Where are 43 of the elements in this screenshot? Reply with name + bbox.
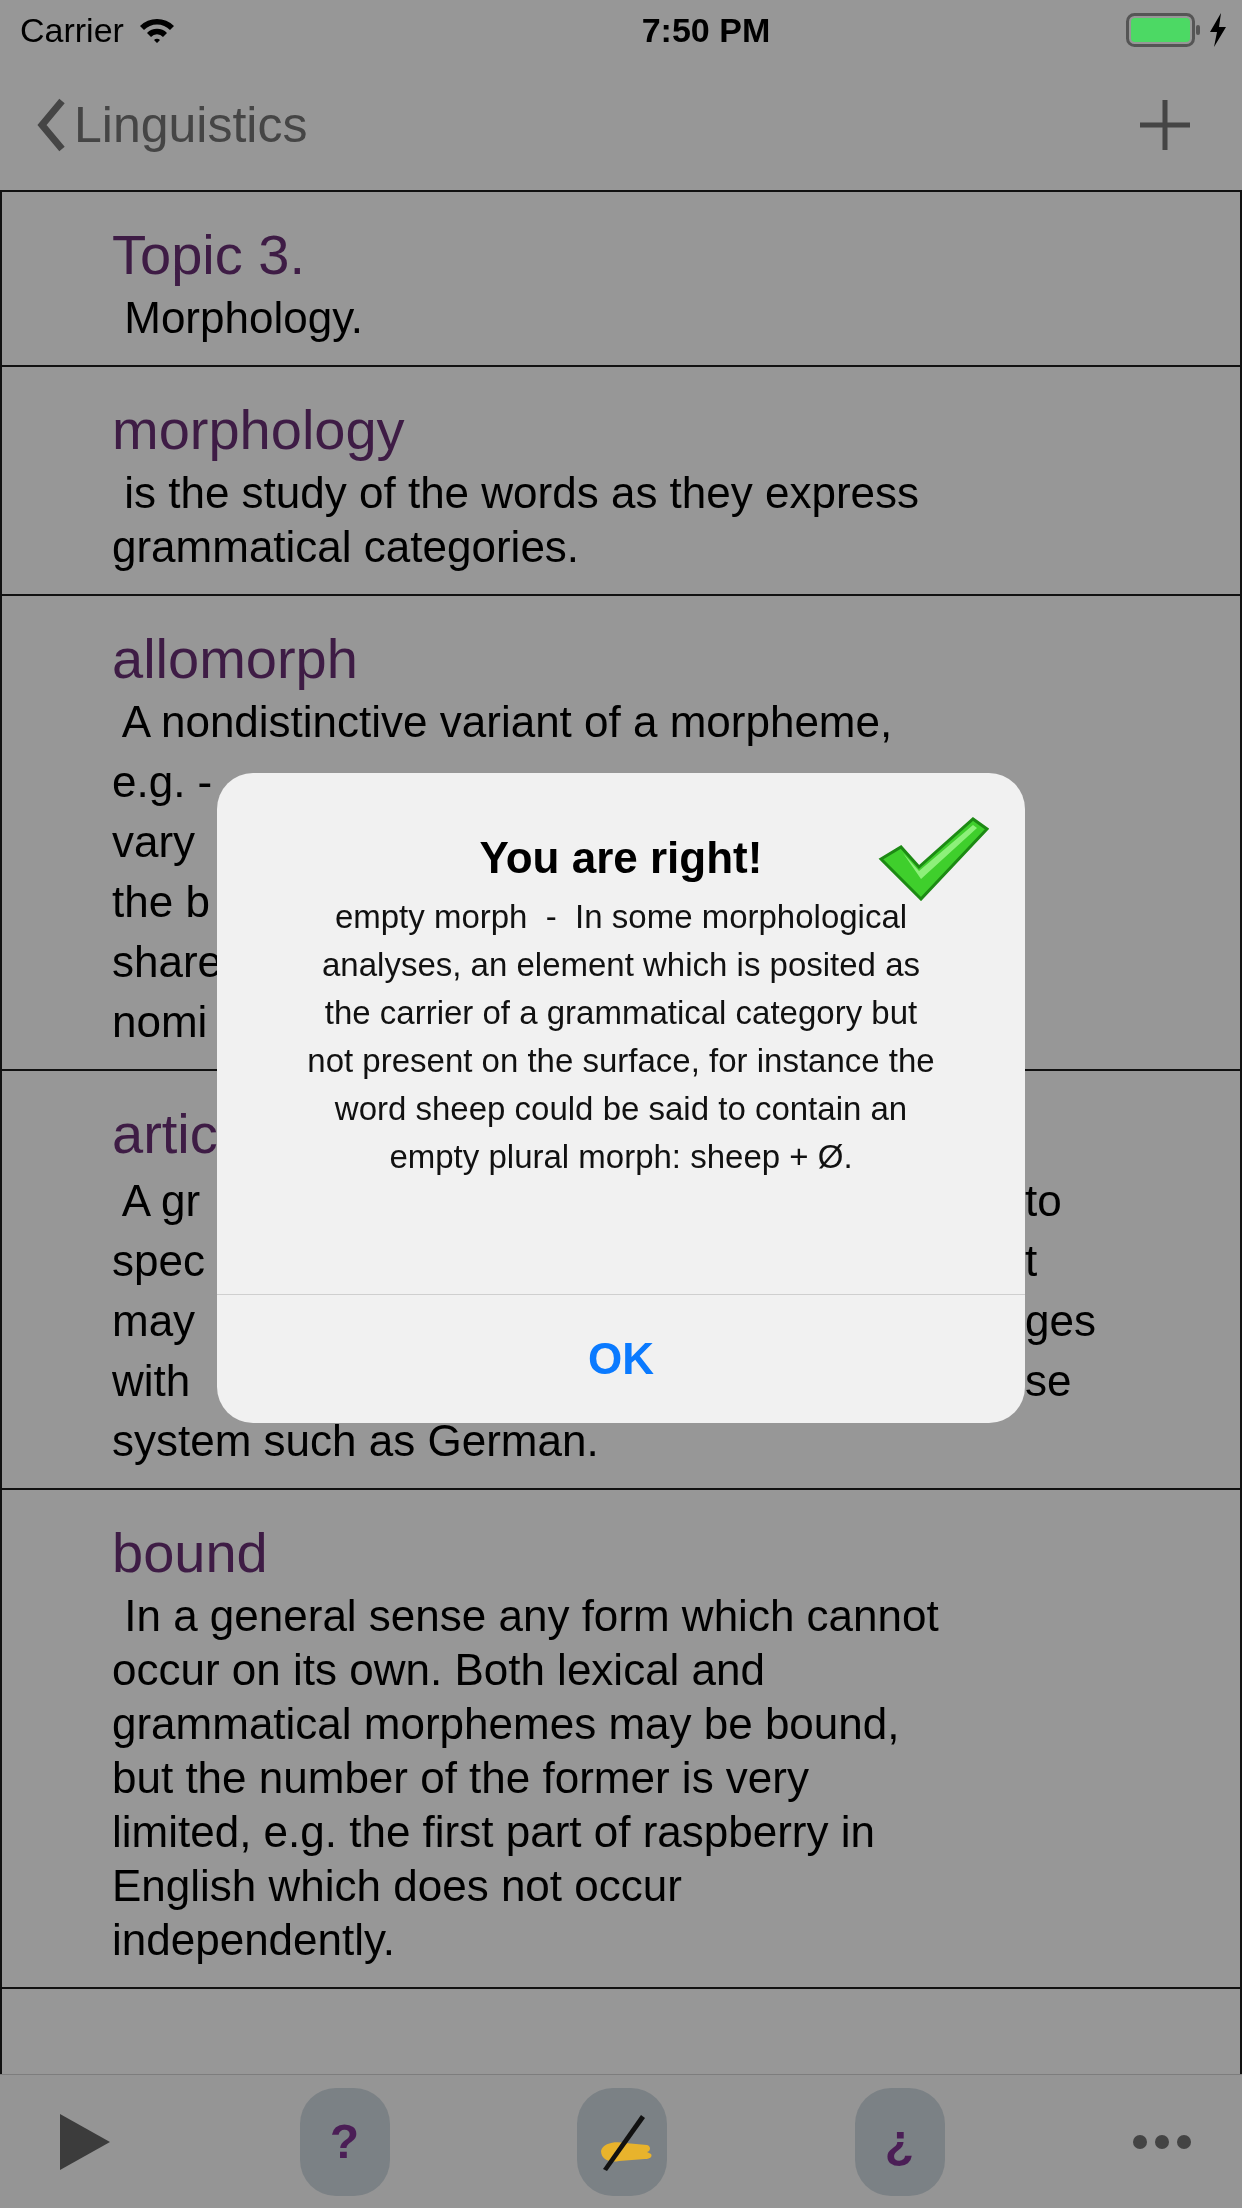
- entry-title: allomorph: [112, 626, 358, 692]
- entry-text: English which does not occur: [112, 1862, 682, 1910]
- entry-text: A nondistinctive variant of a morpheme,: [120, 698, 893, 746]
- entry-text: spec: [112, 1236, 205, 1285]
- alert-message: empty morph - In some morphological analyses, an element which is posited as the carrier of a grammatical category but not present on the surface, for instance the word sheep could be said to contain an empty plural morph: sheep + Ø.: [306, 897, 936, 1177]
- entry-text: grammatical categories.: [112, 523, 580, 571]
- entry-text: A gr: [120, 1176, 201, 1225]
- entry-text: e.g. -: [112, 757, 213, 806]
- alert-title: You are right!: [479, 833, 763, 883]
- writing-hand-button[interactable]: [577, 2087, 667, 2196]
- entry-text: limited, e.g. the first part of raspberry in: [112, 1808, 875, 1856]
- entry-text: is the study of the words as they express: [123, 469, 920, 517]
- entry-text: may: [112, 1296, 196, 1345]
- entry-text: but the number of the former is very: [112, 1754, 809, 1802]
- play-icon[interactable]: [58, 2111, 112, 2172]
- entry-text: ges: [1025, 1296, 1096, 1345]
- checkmark-icon: [877, 815, 989, 901]
- carrier-label: Carrier: [20, 10, 124, 50]
- entry-text: with: [112, 1356, 191, 1405]
- entry-title: artic: [112, 1101, 218, 1167]
- entry-text: the b: [112, 877, 210, 926]
- entry-text: vary: [112, 817, 196, 866]
- entry-text: grammatical morphemes may be bound,: [112, 1700, 900, 1748]
- entry-text: share: [112, 937, 223, 986]
- entry-text: nomi: [112, 997, 208, 1046]
- more-icon[interactable]: [1132, 2133, 1192, 2150]
- entry-text: occur on its own. Both lexical and: [112, 1646, 766, 1694]
- chevron-left-icon: [36, 97, 66, 153]
- clock-time: 7:50 PM: [641, 10, 771, 50]
- entry-text: independently.: [112, 1916, 395, 1964]
- entry-title: morphology: [112, 397, 405, 463]
- entry-title: Topic 3.: [112, 222, 305, 288]
- entry-title: bound: [112, 1520, 268, 1586]
- entry-text: to: [1025, 1176, 1062, 1225]
- entry-text: In a general sense any form which cannot: [123, 1592, 939, 1640]
- add-icon[interactable]: [1138, 98, 1192, 152]
- entry-text: se: [1025, 1356, 1072, 1405]
- entry-text: Morphology.: [123, 294, 364, 342]
- charging-bolt-icon: [1208, 13, 1228, 47]
- entry-text: t: [1025, 1236, 1038, 1285]
- inverted-question-button[interactable]: ¿: [854, 2087, 945, 2196]
- battery-icon: [1126, 13, 1202, 47]
- question-button[interactable]: ?: [299, 2087, 390, 2196]
